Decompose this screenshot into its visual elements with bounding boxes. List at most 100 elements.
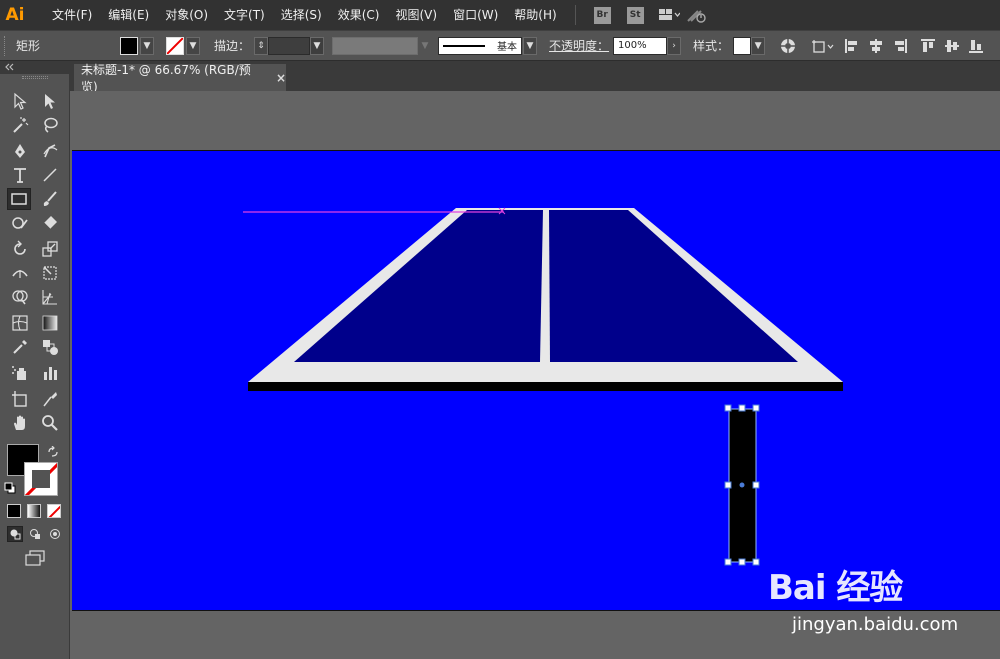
gpu-performance-icon[interactable]	[686, 6, 708, 24]
handle-bottom-center[interactable]	[738, 558, 746, 566]
stroke-label: 描边：	[214, 39, 251, 53]
bridge-button[interactable]: Br	[593, 6, 611, 24]
graphic-style-swatch[interactable]	[733, 36, 752, 55]
paintbrush-tool-icon[interactable]	[38, 188, 62, 210]
graphic-style-dropdown[interactable]: ▼	[751, 36, 766, 55]
swap-fill-stroke-icon[interactable]	[47, 445, 59, 461]
menu-effect[interactable]: 效果(C)	[330, 0, 388, 30]
current-tool-name: 矩形	[16, 39, 41, 53]
panel-grip[interactable]	[4, 35, 8, 56]
default-colors-icon[interactable]	[4, 482, 16, 497]
perspective-grid-tool-icon[interactable]	[38, 286, 62, 308]
magic-wand-tool-icon[interactable]	[8, 114, 32, 136]
type-tool-icon[interactable]	[8, 164, 32, 186]
symbol-sprayer-tool-icon[interactable]	[8, 362, 32, 384]
align-top-icon[interactable]	[919, 37, 937, 55]
recolor-artwork-icon[interactable]	[779, 37, 797, 55]
opacity-label[interactable]: 不透明度：	[549, 37, 609, 54]
handle-middle-left[interactable]	[724, 481, 732, 489]
width-tool-icon[interactable]	[8, 262, 32, 284]
lasso-tool-icon[interactable]	[38, 114, 62, 136]
table-right-half[interactable]	[549, 210, 798, 362]
draw-behind-icon[interactable]	[27, 526, 43, 542]
rectangle-tool-icon[interactable]	[7, 188, 31, 210]
artboard-tool-icon[interactable]	[8, 388, 32, 410]
handle-top-right[interactable]	[752, 404, 760, 412]
curvature-tool-icon[interactable]	[38, 140, 62, 162]
stock-button[interactable]: St	[626, 6, 644, 24]
gradient-tool-icon[interactable]	[38, 312, 62, 334]
document-tab[interactable]: 未标题-1* @ 66.67% (RGB/预览) ×	[74, 63, 286, 94]
align-center-icon[interactable]	[867, 37, 885, 55]
brush-definition[interactable]: 基本	[438, 36, 523, 55]
menu-window[interactable]: 窗口(W)	[445, 0, 506, 30]
none-mode-icon[interactable]	[47, 504, 61, 518]
handle-middle-right[interactable]	[752, 481, 760, 489]
align-right-icon[interactable]	[891, 37, 909, 55]
baidu-watermark-url: jingyan.baidu.com	[792, 614, 959, 635]
fill-dropdown[interactable]: ▼	[140, 36, 154, 55]
selection-tool-icon[interactable]	[8, 90, 32, 112]
panel-grip[interactable]	[22, 76, 48, 79]
menu-view[interactable]: 视图(V)	[387, 0, 445, 30]
stroke-dropdown[interactable]: ▼	[186, 36, 200, 55]
handle-top-center[interactable]	[738, 404, 746, 412]
table-left-half[interactable]	[294, 210, 543, 362]
shape-builder-tool-icon[interactable]	[8, 286, 32, 308]
handle-bottom-right[interactable]	[752, 558, 760, 566]
color-mode-icon[interactable]	[7, 504, 21, 518]
tools-panel	[0, 74, 70, 659]
brush-dropdown[interactable]: ▼	[523, 36, 538, 55]
menu-list: 文件(F) 编辑(E) 对象(O) 文字(T) 选择(S) 效果(C) 视图(V…	[44, 0, 565, 30]
transform-icon[interactable]	[811, 37, 837, 55]
variable-width-profile[interactable]	[332, 36, 419, 55]
line-tool-icon[interactable]	[38, 164, 62, 186]
mesh-tool-icon[interactable]	[8, 312, 32, 334]
workspace-layout-icon[interactable]	[658, 6, 680, 24]
zoom-tool-icon[interactable]	[38, 412, 62, 434]
eraser-tool-icon[interactable]	[38, 212, 62, 234]
menu-divider	[574, 5, 576, 25]
slice-tool-icon[interactable]	[38, 388, 62, 410]
hand-tool-icon[interactable]	[8, 412, 32, 434]
stroke-swatch[interactable]	[166, 36, 184, 55]
tools-panel-header[interactable]	[0, 61, 70, 74]
shaper-tool-icon[interactable]	[8, 212, 32, 234]
pen-tool-icon[interactable]	[8, 140, 32, 162]
menu-type[interactable]: 文字(T)	[216, 0, 273, 30]
app-logo: Ai	[5, 5, 25, 25]
screen-mode-icon[interactable]	[24, 550, 46, 569]
stroke-weight-dropdown[interactable]: ▼	[310, 36, 325, 55]
stroke-weight-field[interactable]	[268, 36, 311, 55]
align-bottom-icon[interactable]	[967, 37, 985, 55]
eyedropper-tool-icon[interactable]	[8, 336, 32, 358]
stroke-color-box[interactable]	[24, 462, 58, 496]
draw-inside-icon[interactable]	[47, 526, 63, 542]
close-tab-button[interactable]: ×	[276, 71, 286, 85]
gradient-mode-icon[interactable]	[27, 504, 41, 518]
menu-file[interactable]: 文件(F)	[44, 0, 100, 30]
free-transform-tool-icon[interactable]	[38, 262, 62, 284]
align-left-icon[interactable]	[843, 37, 861, 55]
fill-swatch[interactable]	[120, 36, 138, 55]
blend-tool-icon[interactable]	[38, 336, 62, 358]
handle-bottom-left[interactable]	[724, 558, 732, 566]
align-middle-icon[interactable]	[943, 37, 961, 55]
scale-tool-icon[interactable]	[38, 238, 62, 260]
rotate-tool-icon[interactable]	[8, 238, 32, 260]
opacity-field[interactable]: 100%	[613, 36, 668, 55]
center-point[interactable]	[739, 482, 745, 488]
variable-width-dropdown[interactable]: ▼	[418, 36, 433, 55]
menu-object[interactable]: 对象(O)	[157, 0, 216, 30]
control-bar: 矩形 ▼ ▼ 描边： ⇕ ▼ ▼ 基本 ▼ 不透明度： 100% › 样式： ▼	[0, 30, 1000, 61]
menu-select[interactable]: 选择(S)	[273, 0, 330, 30]
opacity-dropdown[interactable]: ›	[667, 36, 682, 55]
draw-normal-icon[interactable]	[7, 526, 23, 542]
stroke-weight-stepper[interactable]: ⇕	[254, 36, 269, 55]
menu-edit[interactable]: 编辑(E)	[100, 0, 157, 30]
handle-top-left[interactable]	[724, 404, 732, 412]
table-edge-shadow[interactable]	[248, 382, 843, 391]
column-graph-tool-icon[interactable]	[38, 362, 62, 384]
menu-help[interactable]: 帮助(H)	[506, 0, 564, 30]
direct-selection-tool-icon[interactable]	[38, 90, 62, 112]
